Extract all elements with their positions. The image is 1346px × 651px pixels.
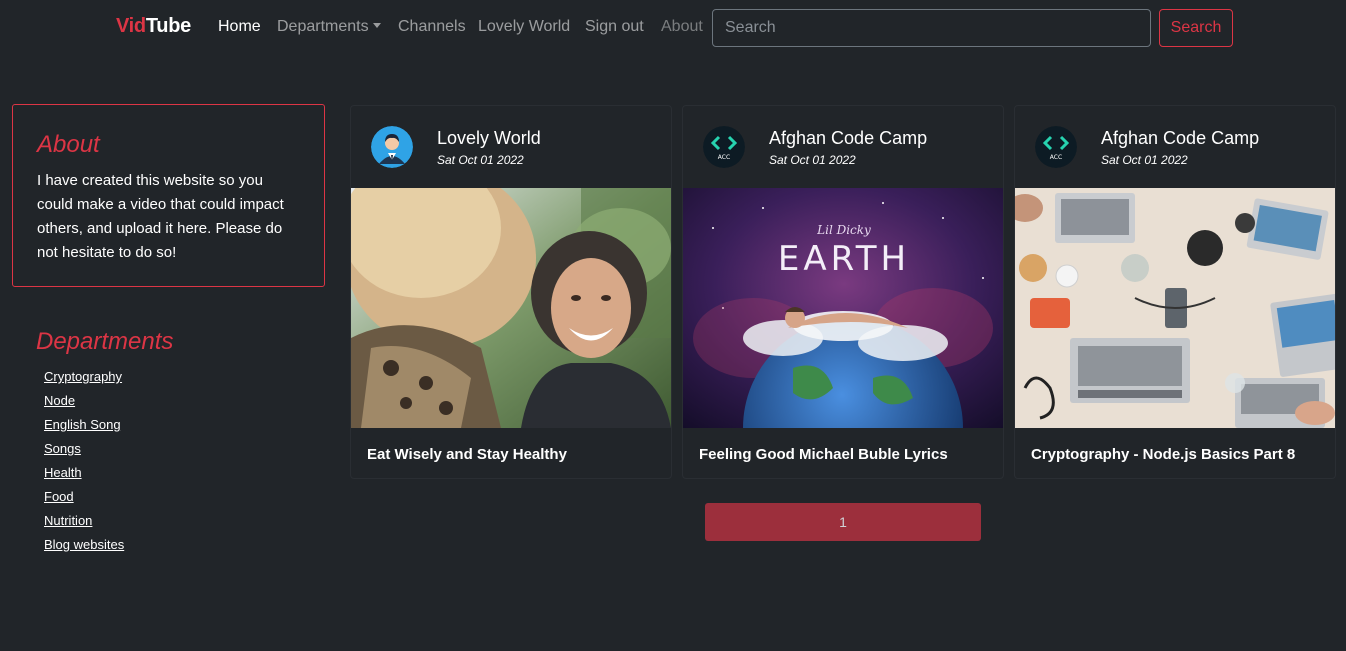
department-link-songs[interactable]: Songs (44, 441, 81, 456)
department-link-health[interactable]: Health (44, 465, 82, 480)
card-header: ACC Afghan Code Camp Sat Oct 01 2022 (1015, 106, 1335, 188)
acc-logo-text: ACC (1050, 154, 1062, 161)
acc-logo-icon[interactable]: ACC (1035, 126, 1077, 168)
thumb-big-text: EARTH (778, 239, 910, 279)
pagination-page-button[interactable]: 1 (705, 503, 981, 541)
nav-home[interactable]: Home (218, 18, 261, 36)
nav-about[interactable]: About (661, 18, 703, 36)
department-link-node[interactable]: Node (44, 393, 75, 408)
brand-part-2: Tube (145, 15, 191, 37)
acc-logo-icon[interactable]: ACC (703, 126, 745, 168)
nav-channels[interactable]: Channels (398, 18, 466, 36)
department-link-blog-websites[interactable]: Blog websites (44, 537, 124, 552)
about-box: About I have created this website so you… (12, 104, 325, 287)
nav-departments-label: Departments (277, 18, 369, 35)
search-button[interactable]: Search (1159, 9, 1233, 47)
video-title[interactable]: Feeling Good Michael Buble Lyrics (699, 446, 948, 463)
thumb-script-text: Lil Dicky (816, 223, 871, 237)
video-thumbnail[interactable] (351, 188, 671, 428)
department-link-nutrition[interactable]: Nutrition (44, 513, 92, 528)
list-item: Node (44, 392, 124, 416)
list-item: Songs (44, 440, 124, 464)
channel-name[interactable]: Afghan Code Camp (769, 128, 927, 149)
list-item: Blog websites (44, 536, 124, 560)
list-item: Cryptography (44, 368, 124, 392)
navbar: VidTube Home Departments Channels Lovely… (0, 0, 1346, 56)
search-input[interactable] (712, 9, 1151, 47)
nav-departments-dropdown[interactable]: Departments (277, 18, 381, 36)
list-item: English Song (44, 416, 124, 440)
channel-name[interactable]: Lovely World (437, 128, 541, 149)
user-avatar-icon[interactable] (371, 126, 413, 168)
post-date: Sat Oct 01 2022 (1101, 153, 1188, 167)
list-item: Food (44, 488, 124, 512)
channel-name[interactable]: Afghan Code Camp (1101, 128, 1259, 149)
video-card[interactable]: ACC Afghan Code Camp Sat Oct 01 2022 (682, 105, 1004, 479)
department-link-english-song[interactable]: English Song (44, 417, 121, 432)
video-thumbnail[interactable]: Lil Dicky EARTH (683, 188, 1003, 428)
department-link-food[interactable]: Food (44, 489, 74, 504)
nav-lovely-world[interactable]: Lovely World (478, 18, 570, 36)
about-title: About (37, 131, 100, 158)
card-header: Lovely World Sat Oct 01 2022 (351, 106, 671, 188)
acc-logo-text: ACC (718, 154, 730, 161)
brand-part-1: Vid (116, 15, 146, 37)
video-card[interactable]: Lovely World Sat Oct 01 2022 Eat Wisely … (350, 105, 672, 479)
video-title[interactable]: Eat Wisely and Stay Healthy (367, 446, 567, 463)
departments-list: Cryptography Node English Song Songs Hea… (44, 368, 124, 560)
caret-down-icon (372, 23, 381, 28)
nav-sign-out[interactable]: Sign out (585, 18, 644, 36)
brand-logo[interactable]: VidTube (116, 15, 191, 38)
video-card[interactable]: ACC Afghan Code Camp Sat Oct 01 2022 (1014, 105, 1336, 479)
post-date: Sat Oct 01 2022 (769, 153, 856, 167)
video-title[interactable]: Cryptography - Node.js Basics Part 8 (1031, 446, 1295, 463)
card-header: ACC Afghan Code Camp Sat Oct 01 2022 (683, 106, 1003, 188)
departments-title: Departments (36, 328, 174, 355)
list-item: Nutrition (44, 512, 124, 536)
post-date: Sat Oct 01 2022 (437, 153, 524, 167)
department-link-cryptography[interactable]: Cryptography (44, 369, 122, 384)
list-item: Health (44, 464, 124, 488)
video-thumbnail[interactable] (1015, 188, 1335, 428)
about-text: I have created this website so you could… (37, 172, 284, 261)
